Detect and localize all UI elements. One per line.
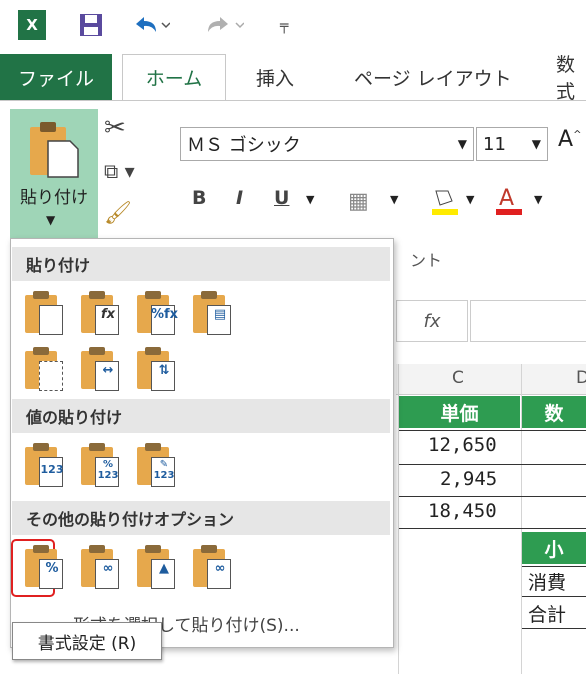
- header-cell-quantity[interactable]: 数: [522, 396, 586, 428]
- chevron-down-icon: ▼: [466, 193, 475, 206]
- formatting-icon[interactable]: %: [25, 545, 65, 589]
- chevron-down-icon: ▼: [46, 213, 56, 227]
- excel-icon: X: [18, 10, 46, 40]
- row-label[interactable]: 消費: [528, 568, 566, 595]
- fill-color-icon[interactable]: [430, 185, 460, 219]
- formula-input[interactable]: [470, 300, 586, 342]
- paste-formulas-icon[interactable]: fx: [81, 291, 121, 335]
- subtotal-cell[interactable]: 小: [522, 532, 586, 564]
- paste-label: 貼り付け: [20, 188, 88, 208]
- column-header-row: [396, 364, 586, 395]
- format-painter-icon[interactable]: 🖌: [104, 201, 132, 226]
- font-size-box[interactable]: 11 ▼: [476, 127, 548, 161]
- font-size-value: 11: [483, 133, 506, 155]
- section-paste-values: 値の貼り付け: [12, 399, 390, 433]
- italic-button[interactable]: I: [236, 187, 243, 209]
- tab-file[interactable]: ファイル: [0, 54, 112, 100]
- section-other-paste-options: その他の貼り付けオプション: [12, 501, 390, 535]
- chevron-down-icon: ▼: [534, 193, 543, 206]
- paste-icon[interactable]: [25, 291, 65, 335]
- values-number-formatting-icon[interactable]: % 123: [81, 443, 121, 487]
- font-group-label: ント: [410, 251, 443, 270]
- cell-value[interactable]: 2,945: [440, 468, 497, 490]
- picture-icon[interactable]: ▲: [137, 545, 177, 589]
- grid-line: [399, 464, 586, 465]
- save-icon[interactable]: [78, 12, 104, 44]
- paste-values-icon[interactable]: 123: [25, 443, 65, 487]
- chevron-down-icon: ▼: [390, 193, 399, 206]
- fx-button[interactable]: fx: [396, 300, 468, 342]
- font-name-box[interactable]: ＭＳ ゴシック ▼: [180, 127, 474, 161]
- column-header-d[interactable]: D: [576, 368, 586, 388]
- linked-picture-icon[interactable]: ∞: [193, 545, 233, 589]
- copy-icon[interactable]: ⧉ ▾: [104, 159, 135, 183]
- paste-icon: [30, 122, 79, 178]
- row-label[interactable]: 合計: [528, 600, 566, 627]
- tab-formulas[interactable]: 数式: [556, 54, 586, 103]
- cell-value[interactable]: 12,650: [428, 434, 497, 456]
- grow-font-icon[interactable]: A^: [558, 127, 581, 152]
- grid-line: [522, 596, 586, 597]
- grid-line: [522, 566, 586, 567]
- font-color-icon[interactable]: A: [494, 183, 524, 219]
- paste-button[interactable]: 貼り付け ▼: [10, 109, 98, 259]
- bold-button[interactable]: B: [192, 187, 206, 209]
- column-header-c[interactable]: C: [452, 368, 464, 388]
- customize-qat-icon[interactable]: ╤: [280, 18, 288, 34]
- border-icon[interactable]: ▦: [348, 189, 369, 214]
- redo-icon[interactable]: [204, 12, 245, 44]
- chevron-down-icon: ▼: [306, 193, 315, 206]
- title-bar: X ╤: [0, 0, 586, 54]
- grid-line: [522, 628, 586, 629]
- header-cell-price[interactable]: 単価: [399, 396, 520, 428]
- cell-value[interactable]: 18,450: [428, 500, 497, 522]
- grid-line: [399, 528, 586, 529]
- font-name-value: ＭＳ ゴシック: [187, 135, 301, 156]
- grid-line: [399, 496, 586, 497]
- tab-home[interactable]: ホーム: [122, 54, 226, 100]
- tooltip: 書式設定 (R): [12, 622, 162, 660]
- tab-page-layout[interactable]: ページ レイアウト: [354, 54, 512, 100]
- paste-link-icon[interactable]: ∞: [81, 545, 121, 589]
- underline-button[interactable]: U: [274, 187, 289, 209]
- scissors-icon[interactable]: ✂: [104, 113, 126, 143]
- chevron-down-icon: ▼: [531, 137, 541, 151]
- transpose-icon[interactable]: ⇅: [137, 347, 177, 391]
- no-borders-icon[interactable]: [25, 347, 65, 391]
- paste-options-menu: 貼り付け fx %fx ▤ ↔ ⇅ 値の貼り付け 123 % 123 ✎ 123 そ…: [10, 238, 394, 648]
- section-paste: 貼り付け: [12, 247, 390, 281]
- grid-line: [399, 430, 586, 431]
- chevron-down-icon: ▼: [457, 137, 467, 151]
- keep-column-widths-icon[interactable]: ↔: [81, 347, 121, 391]
- undo-icon[interactable]: [130, 12, 171, 44]
- ribbon-tab-row: ファイル ホーム 挿入 ページ レイアウト 数式: [0, 54, 586, 103]
- keep-source-formatting-icon[interactable]: ▤: [193, 291, 233, 335]
- paste-formulas-number-formatting-icon[interactable]: %fx: [137, 291, 178, 335]
- svg-text:A: A: [499, 186, 514, 211]
- tab-insert[interactable]: 挿入: [256, 54, 294, 100]
- values-source-formatting-icon[interactable]: ✎ 123: [137, 443, 177, 487]
